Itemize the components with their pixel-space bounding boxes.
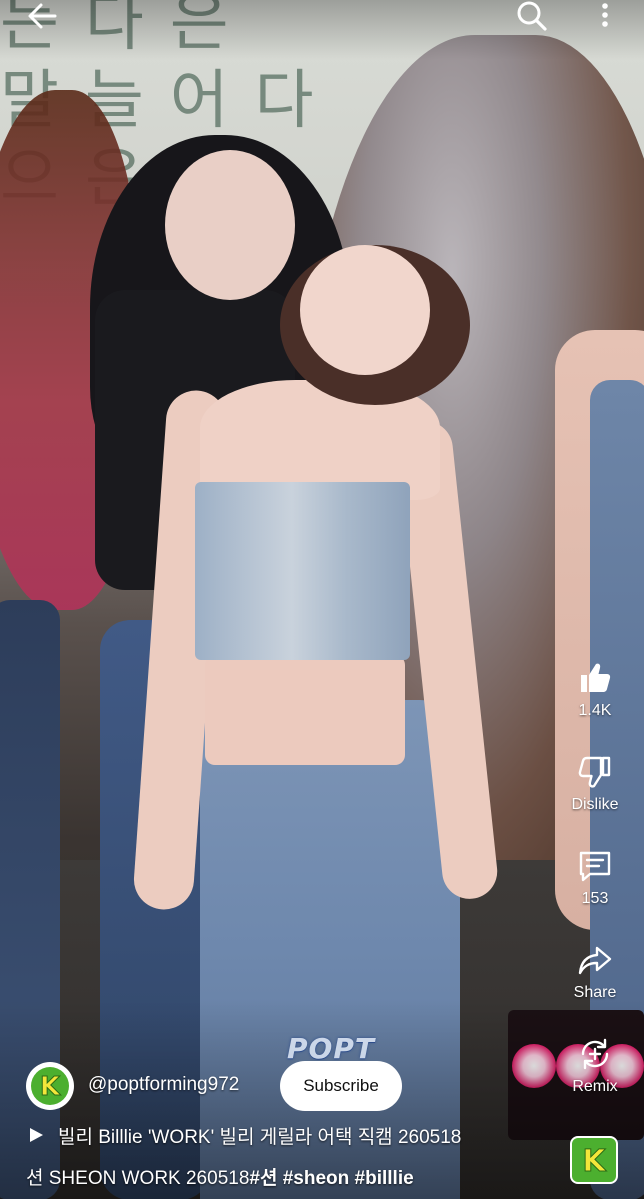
channel-avatar[interactable]: K <box>26 1062 74 1110</box>
back-button[interactable] <box>22 0 62 32</box>
comment-icon <box>579 851 611 882</box>
thumb-letter: K <box>582 1144 607 1179</box>
comment-count: 153 <box>581 890 609 907</box>
search-button[interactable] <box>510 0 554 32</box>
dancer-back-face <box>165 150 295 300</box>
like-button[interactable]: 1.4K <box>560 658 630 720</box>
more-vertical-icon <box>602 3 608 27</box>
video-title-row[interactable]: 빌리 Billlie 'WORK' 빌리 게릴라 어택 직캠 260518 <box>28 1122 548 1149</box>
remix-label: Remix <box>572 1078 618 1095</box>
hashtags[interactable]: #션 #sheon #billlie <box>249 1168 413 1189</box>
avatar-letter: K <box>40 1072 61 1102</box>
thumbs-up-icon <box>581 663 611 692</box>
dancer-main-face <box>300 245 430 375</box>
sound-thumbnail[interactable]: K <box>570 1136 618 1184</box>
dancer-main-denim-top <box>195 482 410 660</box>
dislike-label: Dislike <box>571 796 619 813</box>
dislike-button[interactable]: Dislike <box>560 752 630 814</box>
play-icon <box>28 1127 48 1149</box>
video-description[interactable]: 션 SHEON WORK 260518#션 #sheon #billlie <box>26 1163 546 1190</box>
share-label: Share <box>573 984 617 1001</box>
like-count: 1.4K <box>578 702 612 719</box>
video-frame[interactable]: 는다은 말늘어다 으은 <box>0 0 644 1199</box>
remix-icon <box>581 1038 609 1070</box>
remix-button[interactable]: Remix <box>560 1034 630 1096</box>
share-button[interactable]: Share <box>560 940 630 1002</box>
dancer-main-midriff <box>205 655 405 765</box>
channel-name[interactable]: @poptforming972 <box>88 1074 239 1096</box>
description-text: 션 SHEON WORK 260518 <box>26 1168 250 1189</box>
share-icon <box>578 946 612 975</box>
top-bar <box>0 0 644 34</box>
more-options-button[interactable] <box>590 0 620 32</box>
arrow-left-icon <box>28 3 57 29</box>
thumbs-down-icon <box>578 756 611 788</box>
shorts-player: 는다은 말늘어다 으은 <box>0 0 644 1199</box>
channel-logo-icon: K <box>572 1138 616 1182</box>
search-icon <box>517 1 547 31</box>
comments-button[interactable]: 153 <box>560 846 630 908</box>
channel-logo-icon: K <box>31 1067 69 1105</box>
video-title: 빌리 Billlie 'WORK' 빌리 게릴라 어택 직캠 260518 <box>58 1127 462 1148</box>
subscribe-button[interactable]: Subscribe <box>280 1061 402 1111</box>
